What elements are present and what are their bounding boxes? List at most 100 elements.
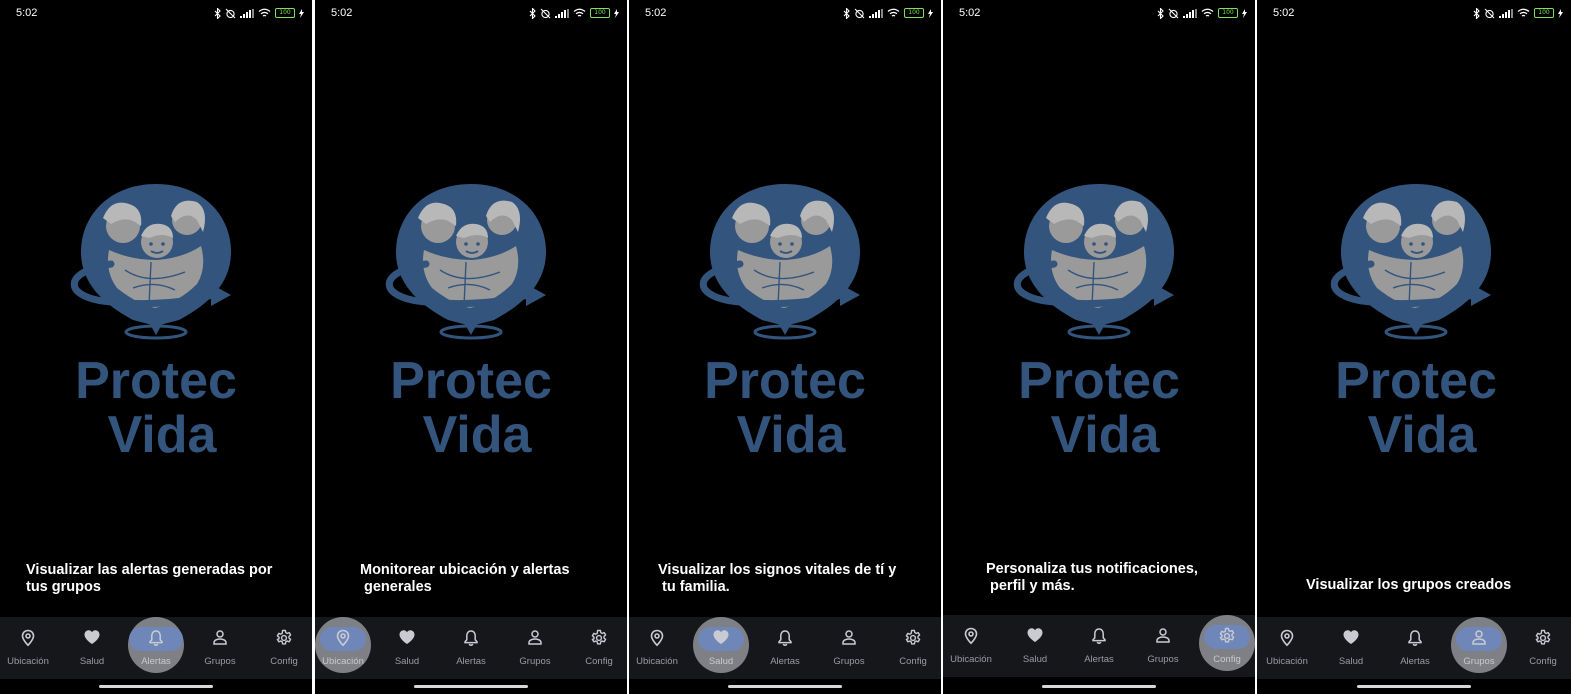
caption-line-1: Personaliza tus notificaciones, <box>986 561 1198 577</box>
nav-tab-ubicacion[interactable]: Ubicación <box>0 617 58 679</box>
protecvida-logo: Protec Vida <box>70 184 237 464</box>
nav-tab-grupos[interactable]: Grupos <box>1449 617 1509 679</box>
bottom-navigation: Ubicación Salud Alertas Grupos Config <box>315 617 627 679</box>
caption-line-2: perfil y más. <box>990 578 1075 594</box>
status-time: 5:02 <box>16 7 38 19</box>
battery-level: 100 <box>279 9 291 16</box>
home-indicator[interactable] <box>728 685 842 688</box>
logo-word-vida: Vida <box>1051 406 1161 460</box>
caption-line-2: tu familia. <box>662 579 730 595</box>
caption-line-1: Visualizar las alertas generadas por <box>26 562 273 578</box>
logo-container: Protec Vida <box>1311 180 1521 464</box>
nav-tab-salud[interactable]: Salud <box>691 617 751 679</box>
onboarding-caption: Visualizar los grupos creados <box>1306 577 1511 594</box>
caption-line-1: Monitorear ubicación y alertas <box>360 562 570 578</box>
caption-line-2: generales <box>364 579 432 595</box>
status-time: 5:02 <box>1273 7 1295 19</box>
nav-tab-salud[interactable]: Salud <box>1321 617 1381 679</box>
logo-word-vida: Vida <box>108 406 218 460</box>
status-bar: 5:02 100 <box>0 0 312 26</box>
cell-signal-icon <box>1499 8 1513 18</box>
battery-icon: 100 <box>1218 8 1238 18</box>
nav-tab-config[interactable]: Config <box>254 617 312 679</box>
logo-word-vida: Vida <box>423 406 533 460</box>
status-time: 5:02 <box>959 7 981 19</box>
alarm-off-icon <box>1168 8 1179 18</box>
nav-tab-alertas[interactable]: Alertas <box>126 617 186 679</box>
nav-tab-grupos[interactable]: Grupos <box>190 617 250 679</box>
protecvida-logo: Protec Vida <box>699 184 866 464</box>
nav-tab-config[interactable]: Config <box>1513 617 1571 679</box>
battery-icon: 100 <box>904 8 924 18</box>
nav-tab-alertas[interactable]: Alertas <box>1385 617 1445 679</box>
status-bar: 5:02 100 <box>629 0 941 26</box>
protecvida-logo: Protec Vida <box>1013 184 1180 464</box>
app-screen-2: 5:02 100 Protec Vida Monitorear ubicació… <box>315 0 627 694</box>
nav-tab-config[interactable]: Config <box>1197 615 1255 677</box>
nav-tab-ubicacion[interactable]: Ubicación <box>315 617 373 679</box>
caption-line-2: tus grupos <box>26 579 101 595</box>
charging-icon <box>299 8 304 18</box>
cell-signal-icon <box>869 8 883 18</box>
logo-word-protec: Protec <box>390 352 552 410</box>
battery-icon: 100 <box>1534 8 1554 18</box>
logo-word-protec: Protec <box>1335 352 1497 410</box>
protecvida-logo: Protec Vida <box>385 184 552 464</box>
nav-tab-ubicacion[interactable]: Ubicación <box>1257 617 1317 679</box>
logo-container: Protec Vida <box>366 180 576 464</box>
bottom-navigation: Ubicación Salud Alertas Grupos Config <box>1257 617 1571 679</box>
caption-line-1: Visualizar los signos vitales de tí y <box>658 562 897 578</box>
wifi-icon <box>573 8 586 17</box>
nav-tab-salud[interactable]: Salud <box>62 617 122 679</box>
app-screen-5: 5:02 100 Protec Vida Visualizar los grup… <box>1257 0 1571 694</box>
nav-tab-config[interactable]: Config <box>569 617 627 679</box>
wifi-icon <box>1517 8 1530 17</box>
status-time: 5:02 <box>645 7 667 19</box>
nav-tab-label: Config <box>585 656 613 667</box>
status-icons: 100 <box>214 6 304 20</box>
home-indicator[interactable] <box>414 685 528 688</box>
bluetooth-icon <box>1157 7 1164 19</box>
nav-tab-ubicacion[interactable]: Ubicación <box>629 617 687 679</box>
caption-line-1: Visualizar los grupos creados <box>1306 577 1512 593</box>
wifi-icon <box>887 8 900 17</box>
battery-icon: 100 <box>275 8 295 18</box>
nav-tab-config[interactable]: Config <box>883 617 941 679</box>
bottom-navigation: Ubicación Salud Alertas Grupos Config <box>943 615 1255 677</box>
battery-level: 100 <box>594 9 606 16</box>
nav-tab-label: Config <box>1213 654 1241 665</box>
nav-tab-grupos[interactable]: Grupos <box>819 617 879 679</box>
bluetooth-icon <box>214 7 221 19</box>
home-indicator[interactable] <box>99 685 213 688</box>
bottom-navigation: Ubicación Salud Alertas Grupos Config <box>0 617 312 679</box>
nav-tab-alertas[interactable]: Alertas <box>755 617 815 679</box>
nav-tab-grupos[interactable]: Grupos <box>1133 615 1193 677</box>
logo-word-vida: Vida <box>1368 406 1478 460</box>
alarm-off-icon <box>540 8 551 18</box>
home-indicator[interactable] <box>1357 685 1471 688</box>
home-indicator[interactable] <box>1042 685 1156 688</box>
nav-tab-grupos[interactable]: Grupos <box>505 617 565 679</box>
nav-tab-alertas[interactable]: Alertas <box>441 617 501 679</box>
onboarding-caption: Visualizar las alertas generadas por tus… <box>26 562 272 596</box>
status-icons: 100 <box>843 6 933 20</box>
alarm-off-icon <box>1484 8 1495 18</box>
nav-tab-ubicacion[interactable]: Ubicación <box>943 615 1001 677</box>
logo-container: Protec Vida <box>680 180 890 464</box>
nav-tab-alertas[interactable]: Alertas <box>1069 615 1129 677</box>
battery-level: 100 <box>908 9 920 16</box>
bluetooth-icon <box>843 7 850 19</box>
onboarding-caption: Monitorear ubicación y alertas generales <box>360 562 570 596</box>
charging-icon <box>1242 8 1247 18</box>
logo-container: Protec Vida <box>994 180 1204 464</box>
nav-tab-salud[interactable]: Salud <box>1005 615 1065 677</box>
charging-icon <box>1558 8 1563 18</box>
status-time: 5:02 <box>331 7 353 19</box>
cell-signal-icon <box>240 8 254 18</box>
bluetooth-icon <box>1473 7 1480 19</box>
battery-icon: 100 <box>590 8 610 18</box>
nav-tab-salud[interactable]: Salud <box>377 617 437 679</box>
status-icons: 100 <box>1473 6 1563 20</box>
battery-level: 100 <box>1222 9 1234 16</box>
onboarding-caption: Personaliza tus notificaciones, perfil y… <box>986 561 1198 595</box>
